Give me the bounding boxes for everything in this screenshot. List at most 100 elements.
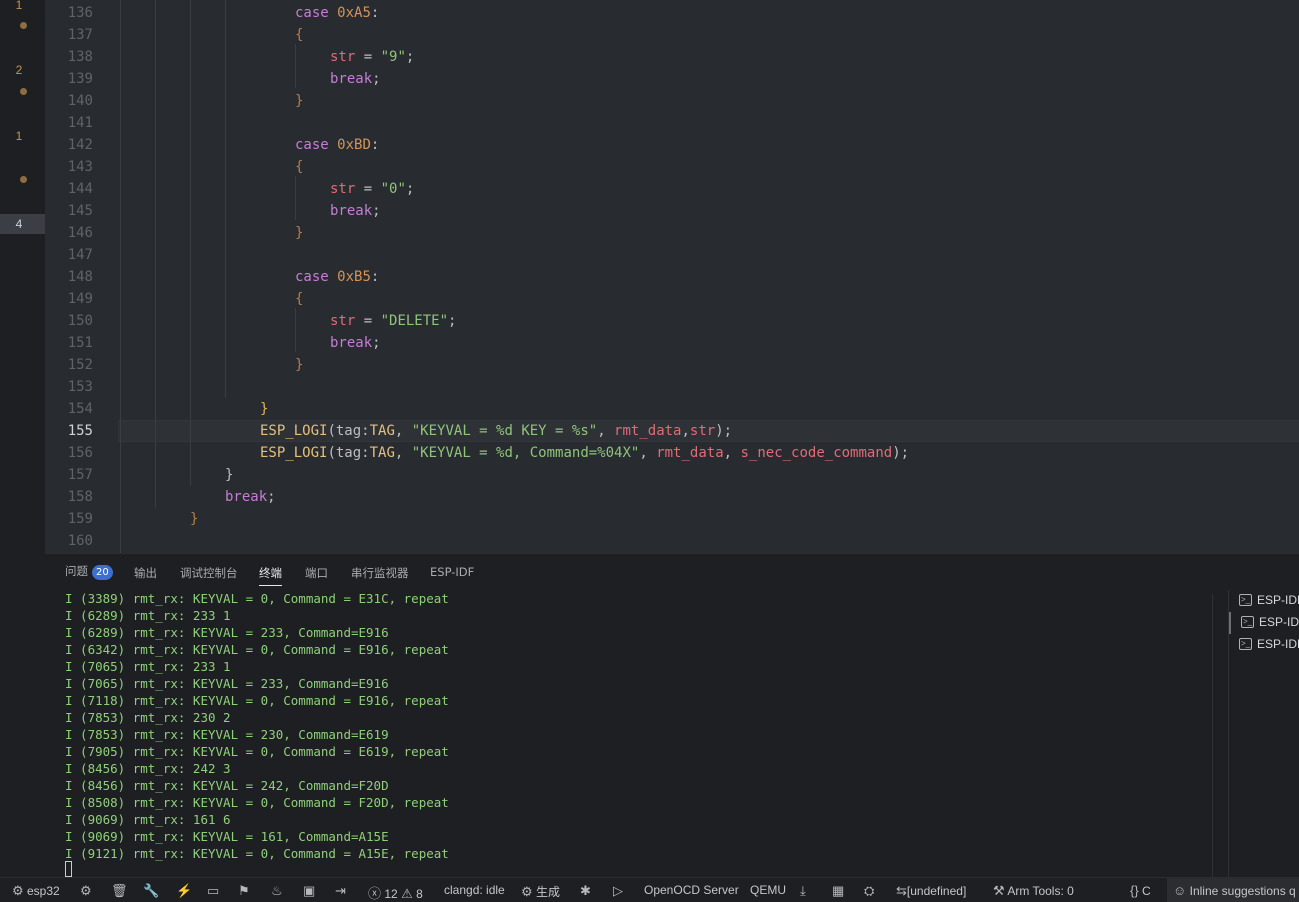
code-line: str = "0"; bbox=[330, 181, 415, 197]
line-number: 144 bbox=[67, 181, 93, 197]
arm-tools-status[interactable]: ⚒ Arm Tools: 0 bbox=[993, 883, 1074, 899]
clangd-status[interactable]: clangd: idle bbox=[444, 883, 505, 897]
language-mode[interactable]: {} C bbox=[1130, 883, 1151, 898]
line-number: 154 bbox=[67, 401, 93, 417]
line-number: 157 bbox=[67, 467, 93, 483]
debug-icon[interactable]: ⚑ bbox=[238, 883, 250, 899]
number-literal: 0xA5 bbox=[337, 5, 371, 21]
tab-output[interactable]: 输出 bbox=[134, 565, 157, 581]
variable: s_nec_code_command bbox=[740, 445, 893, 461]
target-selector[interactable]: ⚙ esp32 bbox=[12, 883, 60, 899]
robot-icon[interactable]: ⛭ bbox=[864, 883, 874, 899]
tab-esp-idf[interactable]: ESP-IDF bbox=[430, 565, 474, 579]
line-number: 136 bbox=[67, 5, 93, 21]
warning-count: 8 bbox=[416, 887, 423, 901]
monitor-icon[interactable]: ▭ bbox=[207, 883, 219, 899]
line-number: 149 bbox=[67, 291, 93, 307]
terminal-line: I (9121) rmt_rx: KEYVAL = 0, Command = A… bbox=[65, 846, 449, 861]
terminal-line: I (8456) rmt_rx: KEYVAL = 242, Command=F… bbox=[65, 778, 389, 793]
code-line: break; bbox=[225, 489, 276, 505]
build-label: 生成 bbox=[536, 885, 561, 899]
line-number: 139 bbox=[67, 71, 93, 87]
line-number: 150 bbox=[67, 313, 93, 329]
terminal-list: >_ESP-IDF >_ESP-IDF >_ESP-IDF bbox=[1228, 590, 1299, 878]
problems-status[interactable]: ⓧ 12 ⚠ 8 bbox=[368, 883, 423, 902]
trash-icon[interactable]: 🗑 bbox=[111, 883, 128, 899]
code-brace: } bbox=[225, 467, 234, 483]
macro-name: TAG bbox=[369, 423, 395, 439]
indent-guide bbox=[190, 0, 191, 486]
wrench-icon[interactable]: 🔧 bbox=[143, 883, 159, 899]
inlay-hint: tag: bbox=[335, 445, 370, 461]
terminal-line: I (3389) rmt_rx: KEYVAL = 0, Command = E… bbox=[65, 591, 449, 606]
variable: rmt_data bbox=[656, 445, 724, 461]
undefined-label: [undefined] bbox=[906, 884, 967, 898]
terminal-line: I (6289) rmt_rx: 233 1 bbox=[65, 608, 231, 623]
inline-suggestions-label: Inline suggestions q bbox=[1189, 884, 1296, 898]
terminal-line: I (9069) rmt_rx: KEYVAL = 161, Command=A… bbox=[65, 829, 389, 844]
inline-suggestions-button[interactable]: ☺ Inline suggestions q bbox=[1167, 878, 1299, 902]
code-brace: { bbox=[295, 291, 304, 307]
terminal-name: ESP-IDF bbox=[1257, 593, 1299, 607]
code-line: ESP_LOGI(tag:TAG, "KEYVAL = %d, Command=… bbox=[260, 445, 910, 461]
tab-terminal[interactable]: 终端 bbox=[259, 565, 282, 586]
line-number: 142 bbox=[67, 137, 93, 153]
terminal-name: ESP-IDF bbox=[1257, 637, 1299, 651]
terminal-icon: >_ bbox=[1239, 638, 1252, 650]
error-icon: ⓧ bbox=[368, 886, 382, 901]
flame-icon[interactable]: ♨ bbox=[271, 883, 283, 899]
undefined-status[interactable]: ⇆[undefined] bbox=[896, 883, 966, 899]
tab-serial-monitor[interactable]: 串行监视器 bbox=[351, 565, 409, 581]
code-line: break; bbox=[330, 335, 381, 351]
code-line: break; bbox=[330, 203, 381, 219]
arm-tools-label: Arm Tools: 0 bbox=[1007, 884, 1074, 898]
braces-icon: {} bbox=[1130, 883, 1139, 898]
tab-debug-console[interactable]: 调试控制台 bbox=[180, 565, 238, 581]
strip-active-item[interactable]: 4 bbox=[0, 214, 45, 234]
terminal-instance[interactable]: >_ ESP-IDF bbox=[1229, 634, 1299, 656]
line-number: 138 bbox=[67, 49, 93, 65]
line-number: 143 bbox=[67, 159, 93, 175]
indent-guide bbox=[225, 0, 226, 398]
terminal-output[interactable]: I (3389) rmt_rx: KEYVAL = 0, Command = E… bbox=[65, 590, 449, 862]
keyword: case bbox=[295, 137, 329, 153]
build-button[interactable]: ⚙ 生成 bbox=[521, 883, 560, 900]
run-icon[interactable]: ▷ bbox=[613, 883, 623, 899]
terminal-line: I (7853) rmt_rx: 230 2 bbox=[65, 710, 231, 725]
terminal-name: ESP-IDF bbox=[1259, 615, 1299, 629]
code-line: str = "9"; bbox=[330, 49, 415, 65]
chip-icon[interactable]: ▦ bbox=[832, 883, 844, 899]
terminal-scrollbar[interactable] bbox=[1212, 594, 1222, 878]
strip-count: 1 bbox=[15, 0, 23, 12]
bug-icon[interactable]: ✱ bbox=[580, 883, 591, 899]
code-editor[interactable]: 136 137 138 139 140 141 142 143 144 145 … bbox=[45, 0, 1299, 553]
line-number: 141 bbox=[67, 115, 93, 131]
keyword: break bbox=[225, 489, 268, 505]
terminal-line: I (7905) rmt_rx: KEYVAL = 0, Command = E… bbox=[65, 744, 449, 759]
flash-icon[interactable]: ⚡ bbox=[176, 883, 192, 899]
tab-problems[interactable]: 问题 20 bbox=[65, 563, 113, 580]
terminal-icon: >_ bbox=[1241, 616, 1254, 628]
keyword: break bbox=[330, 335, 373, 351]
download-icon[interactable]: ⤓ bbox=[800, 883, 806, 899]
export-icon[interactable]: ⇥ bbox=[335, 883, 346, 899]
terminal-instance[interactable]: >_ ESP-IDF bbox=[1229, 590, 1299, 612]
tab-ports[interactable]: 端口 bbox=[305, 565, 328, 581]
indent-guide bbox=[295, 176, 296, 220]
code-brace: } bbox=[260, 401, 269, 417]
string-literal: "0" bbox=[380, 181, 406, 197]
warning-icon: ⚠ bbox=[401, 886, 413, 901]
line-number-current: 155 bbox=[67, 423, 93, 439]
settings-gear-icon[interactable]: ⚙ bbox=[80, 883, 92, 899]
openocd-server-button[interactable]: OpenOCD Server bbox=[644, 883, 739, 897]
status-bar: ⚙ esp32 ⚙ 🗑 🔧 ⚡ ▭ ⚑ ♨ ▣ ⇥ ⓧ 12 ⚠ 8 clang… bbox=[0, 877, 1299, 902]
terminal-line: I (7065) rmt_rx: 233 1 bbox=[65, 659, 231, 674]
terminal-instance-active[interactable]: >_ ESP-IDF bbox=[1229, 612, 1299, 634]
number-literal: 0xB5 bbox=[337, 269, 371, 285]
qemu-button[interactable]: QEMU bbox=[750, 883, 786, 897]
tab-label: 问题 bbox=[65, 564, 88, 578]
code-brace: } bbox=[295, 93, 304, 109]
line-number: 147 bbox=[67, 247, 93, 263]
terminal-icon[interactable]: ▣ bbox=[303, 883, 315, 899]
string-literal: "DELETE" bbox=[380, 313, 449, 329]
